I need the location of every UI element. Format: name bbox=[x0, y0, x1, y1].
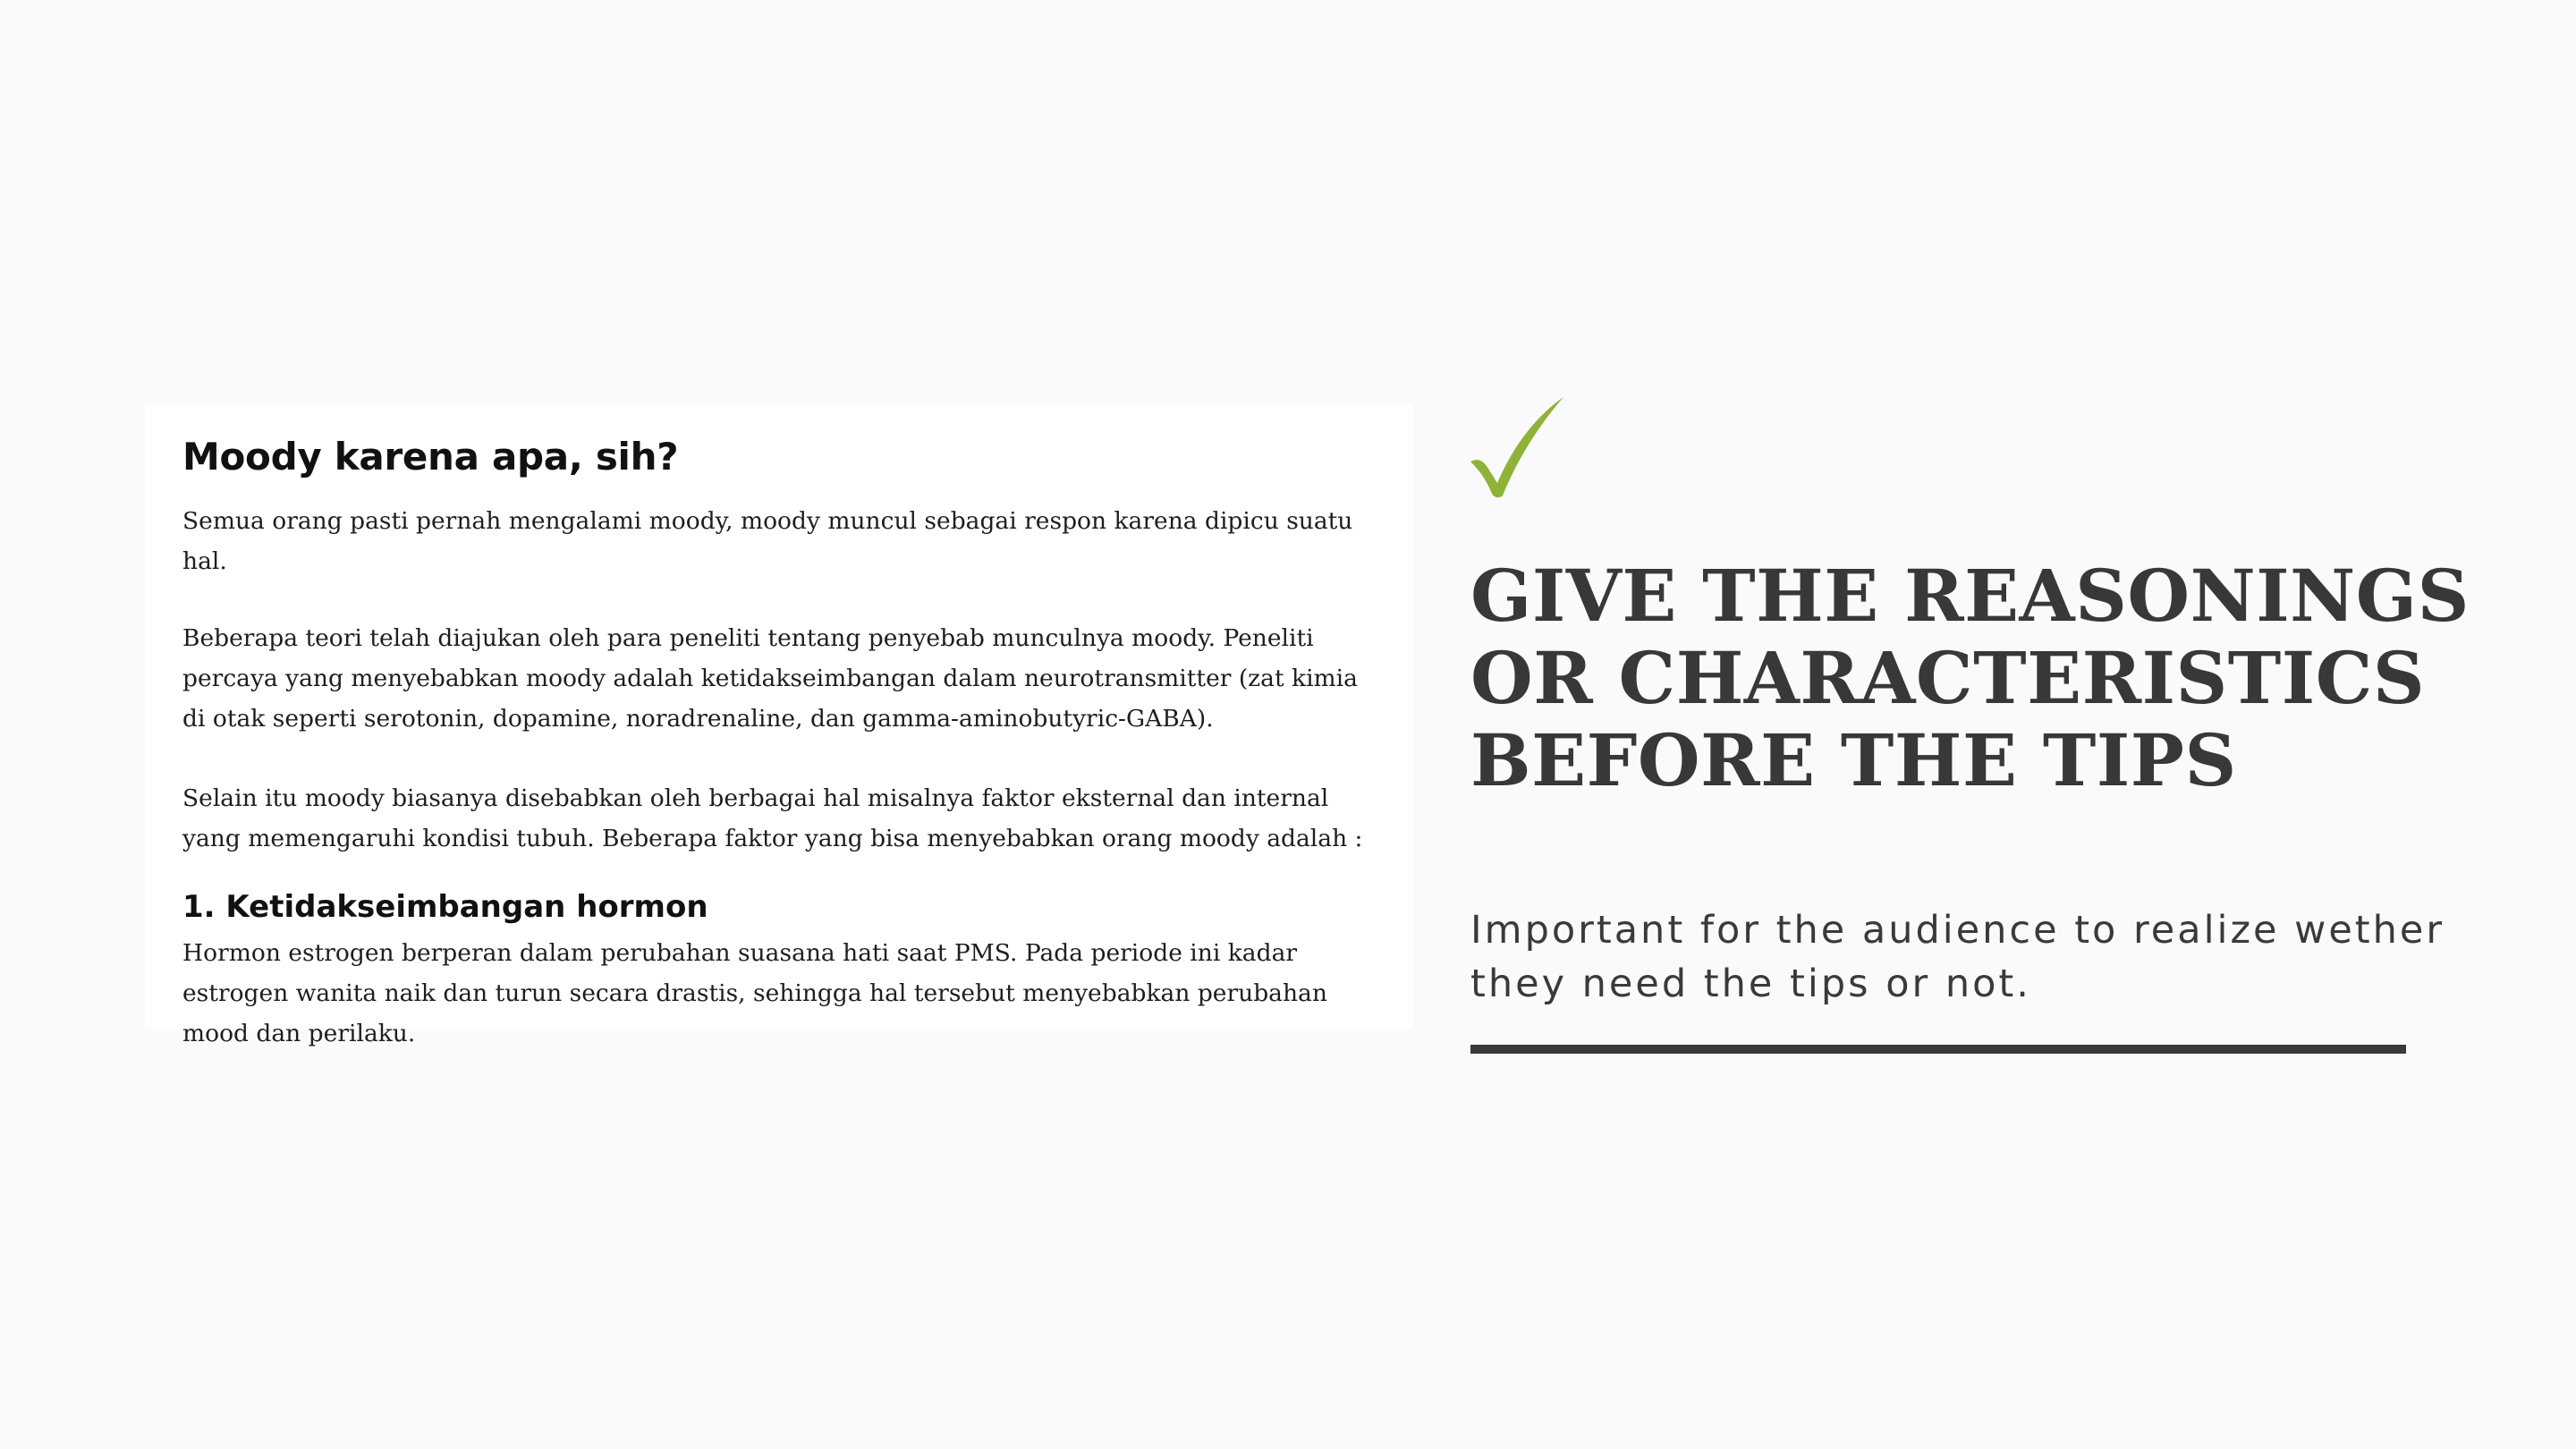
article-paragraph-intro: Semua orang pasti pernah mengalami moody… bbox=[182, 507, 1353, 576]
article-card: Moody karena apa, sih? Semua orang pasti… bbox=[145, 404, 1413, 1047]
divider-bar bbox=[1470, 1045, 2406, 1054]
article-paragraph-hormone: Hormon estrogen berperan dalam perubahan… bbox=[182, 939, 1327, 1048]
headline: GIVE THE REASONINGS OR CHARACTERISTICS B… bbox=[1470, 554, 2470, 802]
article-title: Moody karena apa, sih? bbox=[182, 435, 679, 479]
article-paragraph-factors: Selain itu moody biasanya disebabkan ole… bbox=[182, 784, 1363, 853]
article-subheading: 1. Ketidakseimbangan hormon bbox=[182, 889, 708, 926]
subtext: Important for the audience to realize we… bbox=[1470, 908, 2445, 1006]
article-paragraph-theory: Beberapa teori telah diajukan oleh para … bbox=[182, 624, 1358, 733]
checkmark-icon bbox=[1470, 397, 1563, 498]
slide: Moody karena apa, sih? Semua orang pasti… bbox=[0, 0, 2576, 1449]
